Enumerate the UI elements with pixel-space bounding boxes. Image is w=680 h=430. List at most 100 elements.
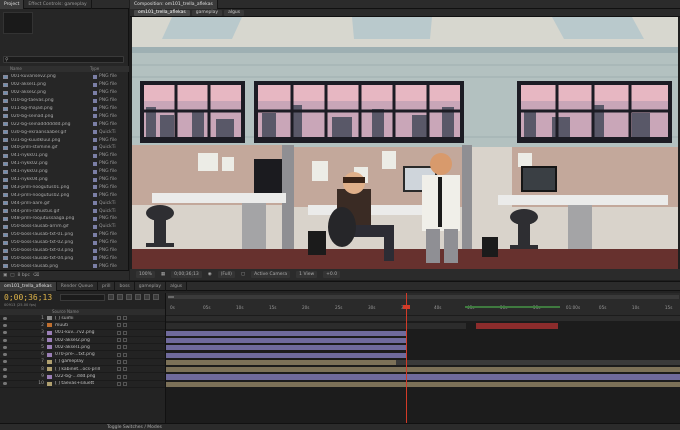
table-row[interactable]: 1 [ ] suimi bbox=[0, 315, 165, 323]
list-item[interactable]: 040-prilli-stiimine.gif QuickTi bbox=[0, 144, 129, 152]
list-item[interactable]: 044-prilli-aare.gif QuickTi bbox=[0, 199, 129, 207]
table-row[interactable]: 7 [ ] gameplay bbox=[0, 359, 165, 367]
tab-project[interactable]: Project bbox=[0, 0, 25, 9]
visibility-eye-icon[interactable] bbox=[3, 353, 7, 357]
list-item[interactable]: 031-bg-kuudkluul.png PNG file bbox=[0, 136, 129, 144]
comp-mini-flowchart-icon[interactable] bbox=[108, 294, 114, 300]
composition-viewer[interactable] bbox=[132, 17, 678, 269]
table-row[interactable]: 8 [ ] kabinet...ocs-prill bbox=[0, 366, 165, 374]
list-item[interactable]: 041-nykk04.png PNG file bbox=[0, 176, 129, 184]
label-color[interactable] bbox=[93, 201, 97, 206]
layer-name[interactable]: muuti bbox=[55, 323, 115, 328]
table-row[interactable]: 4 002-aksel2.png bbox=[0, 337, 165, 345]
snapshot-icon[interactable]: ◉ bbox=[208, 272, 212, 277]
label-color[interactable] bbox=[47, 381, 52, 386]
list-item[interactable]: 041-nykk02.png PNG file bbox=[0, 160, 129, 168]
switch-icon[interactable] bbox=[117, 316, 121, 321]
table-row[interactable]: 3 001-kuv...rv2.png bbox=[0, 330, 165, 337]
label-color[interactable] bbox=[93, 248, 97, 253]
label-color[interactable] bbox=[47, 330, 52, 335]
list-item[interactable]: 041-nykk03.png PNG file bbox=[0, 168, 129, 176]
tab-boss[interactable]: boss bbox=[115, 281, 135, 291]
label-color[interactable] bbox=[93, 98, 97, 103]
label-color[interactable] bbox=[93, 122, 97, 127]
tab-render-queue[interactable]: Render Queue bbox=[57, 281, 98, 291]
zoom-dropdown[interactable]: 100% bbox=[136, 271, 155, 278]
visibility-eye-icon[interactable] bbox=[3, 360, 7, 364]
label-color[interactable] bbox=[93, 256, 97, 261]
breadcrumb-item[interactable]: gameplay bbox=[191, 9, 223, 16]
label-color[interactable] bbox=[93, 209, 97, 214]
layer-name[interactable]: [ ] taevas+siluett bbox=[55, 381, 115, 386]
layer-duration-bar[interactable] bbox=[166, 374, 680, 380]
switch-icon[interactable] bbox=[117, 323, 121, 328]
grid-icon[interactable]: ▦ bbox=[161, 272, 165, 277]
visibility-eye-icon[interactable] bbox=[3, 331, 7, 335]
project-search-input[interactable]: ⚲ bbox=[3, 56, 124, 63]
graph-editor-icon[interactable] bbox=[153, 294, 159, 300]
table-row[interactable]: 2 muuti bbox=[0, 322, 165, 330]
layer-name[interactable]: 002-aksel2.png bbox=[55, 338, 115, 343]
column-name[interactable]: Name bbox=[0, 66, 90, 72]
playhead[interactable] bbox=[406, 293, 407, 423]
frame-blending-icon[interactable] bbox=[135, 294, 141, 300]
label-color[interactable] bbox=[47, 323, 52, 328]
layer-duration-bar[interactable] bbox=[166, 323, 466, 329]
work-area-start-handle[interactable] bbox=[168, 296, 174, 298]
breadcrumb-item[interactable]: om101_trella_aflekas bbox=[134, 9, 190, 16]
table-row[interactable]: 10 [ ] taevas+siluett bbox=[0, 381, 165, 388]
work-area-bar[interactable] bbox=[168, 295, 679, 299]
toggle-switches-modes-button[interactable]: Toggle Switches / Modes bbox=[107, 425, 162, 430]
label-color[interactable] bbox=[93, 138, 97, 143]
timeline-timecode[interactable]: 0;00;36;13 bbox=[4, 293, 52, 302]
list-item[interactable]: 044-prilli-rahustus.gif QuickTi bbox=[0, 207, 129, 215]
trash-icon[interactable]: ⌫ bbox=[33, 273, 39, 278]
label-color[interactable] bbox=[93, 106, 97, 111]
draft-3d-icon[interactable] bbox=[117, 294, 123, 300]
switch-icon[interactable] bbox=[123, 316, 127, 321]
resolution-dropdown[interactable]: (Full) bbox=[217, 271, 235, 278]
camera-dropdown[interactable]: Active Camera bbox=[251, 271, 291, 278]
layer-duration-bar[interactable] bbox=[166, 352, 406, 358]
label-color[interactable] bbox=[93, 145, 97, 150]
list-item[interactable]: 041-nykk01.png PNG file bbox=[0, 152, 129, 160]
label-color[interactable] bbox=[47, 338, 52, 343]
switch-icon[interactable] bbox=[123, 367, 127, 372]
switch-icon[interactable] bbox=[123, 323, 127, 328]
table-row[interactable]: 9 022-bg-...ddd.png bbox=[0, 373, 165, 381]
layer-duration-bar[interactable] bbox=[166, 330, 406, 336]
visibility-eye-icon[interactable] bbox=[3, 345, 7, 349]
label-color[interactable] bbox=[93, 90, 97, 95]
exposure-value[interactable]: +0.0 bbox=[323, 271, 341, 278]
new-folder-icon[interactable]: □ bbox=[10, 273, 14, 278]
timeline-search-input[interactable] bbox=[60, 294, 105, 301]
visibility-eye-icon[interactable] bbox=[3, 375, 7, 379]
list-item[interactable]: 048-prilli-rööjutussaaga.png PNG file bbox=[0, 215, 129, 223]
table-row[interactable]: 5 002-aksel1.png bbox=[0, 344, 165, 352]
label-color[interactable] bbox=[93, 177, 97, 182]
switch-icon[interactable] bbox=[123, 359, 127, 364]
switch-icon[interactable] bbox=[117, 359, 121, 364]
list-item[interactable]: 030-bg-ekraansaaber.gif QuickTi bbox=[0, 128, 129, 136]
label-color[interactable] bbox=[93, 153, 97, 158]
visibility-eye-icon[interactable] bbox=[3, 382, 7, 386]
switch-icon[interactable] bbox=[123, 345, 127, 350]
list-item[interactable]: 002-aksel2.png PNG file bbox=[0, 89, 129, 97]
list-item[interactable]: 050-boss-lausab-txt-02.png PNG file bbox=[0, 239, 129, 247]
layer-duration-bar[interactable] bbox=[166, 345, 406, 351]
label-color[interactable] bbox=[93, 169, 97, 174]
list-item[interactable]: 010-bg-taevas.png PNG file bbox=[0, 97, 129, 105]
label-color[interactable] bbox=[93, 193, 97, 198]
switch-icon[interactable] bbox=[123, 381, 127, 386]
label-color[interactable] bbox=[47, 359, 52, 364]
tab-effect-controls[interactable]: Effect Controls: gameplay bbox=[24, 0, 92, 9]
layer-duration-bar[interactable] bbox=[396, 359, 680, 366]
visibility-eye-icon[interactable] bbox=[3, 367, 7, 371]
label-color[interactable] bbox=[93, 114, 97, 119]
label-color[interactable] bbox=[93, 264, 97, 269]
shy-layers-icon[interactable] bbox=[126, 294, 132, 300]
layer-name[interactable]: [ ] kabinet...ocs-prill bbox=[55, 367, 115, 372]
list-item[interactable]: 043-prilli-noogutus01.png PNG file bbox=[0, 183, 129, 191]
list-item[interactable]: 001-kuvarisev2.png PNG file bbox=[0, 73, 129, 81]
layer-duration-bar[interactable] bbox=[166, 359, 396, 366]
